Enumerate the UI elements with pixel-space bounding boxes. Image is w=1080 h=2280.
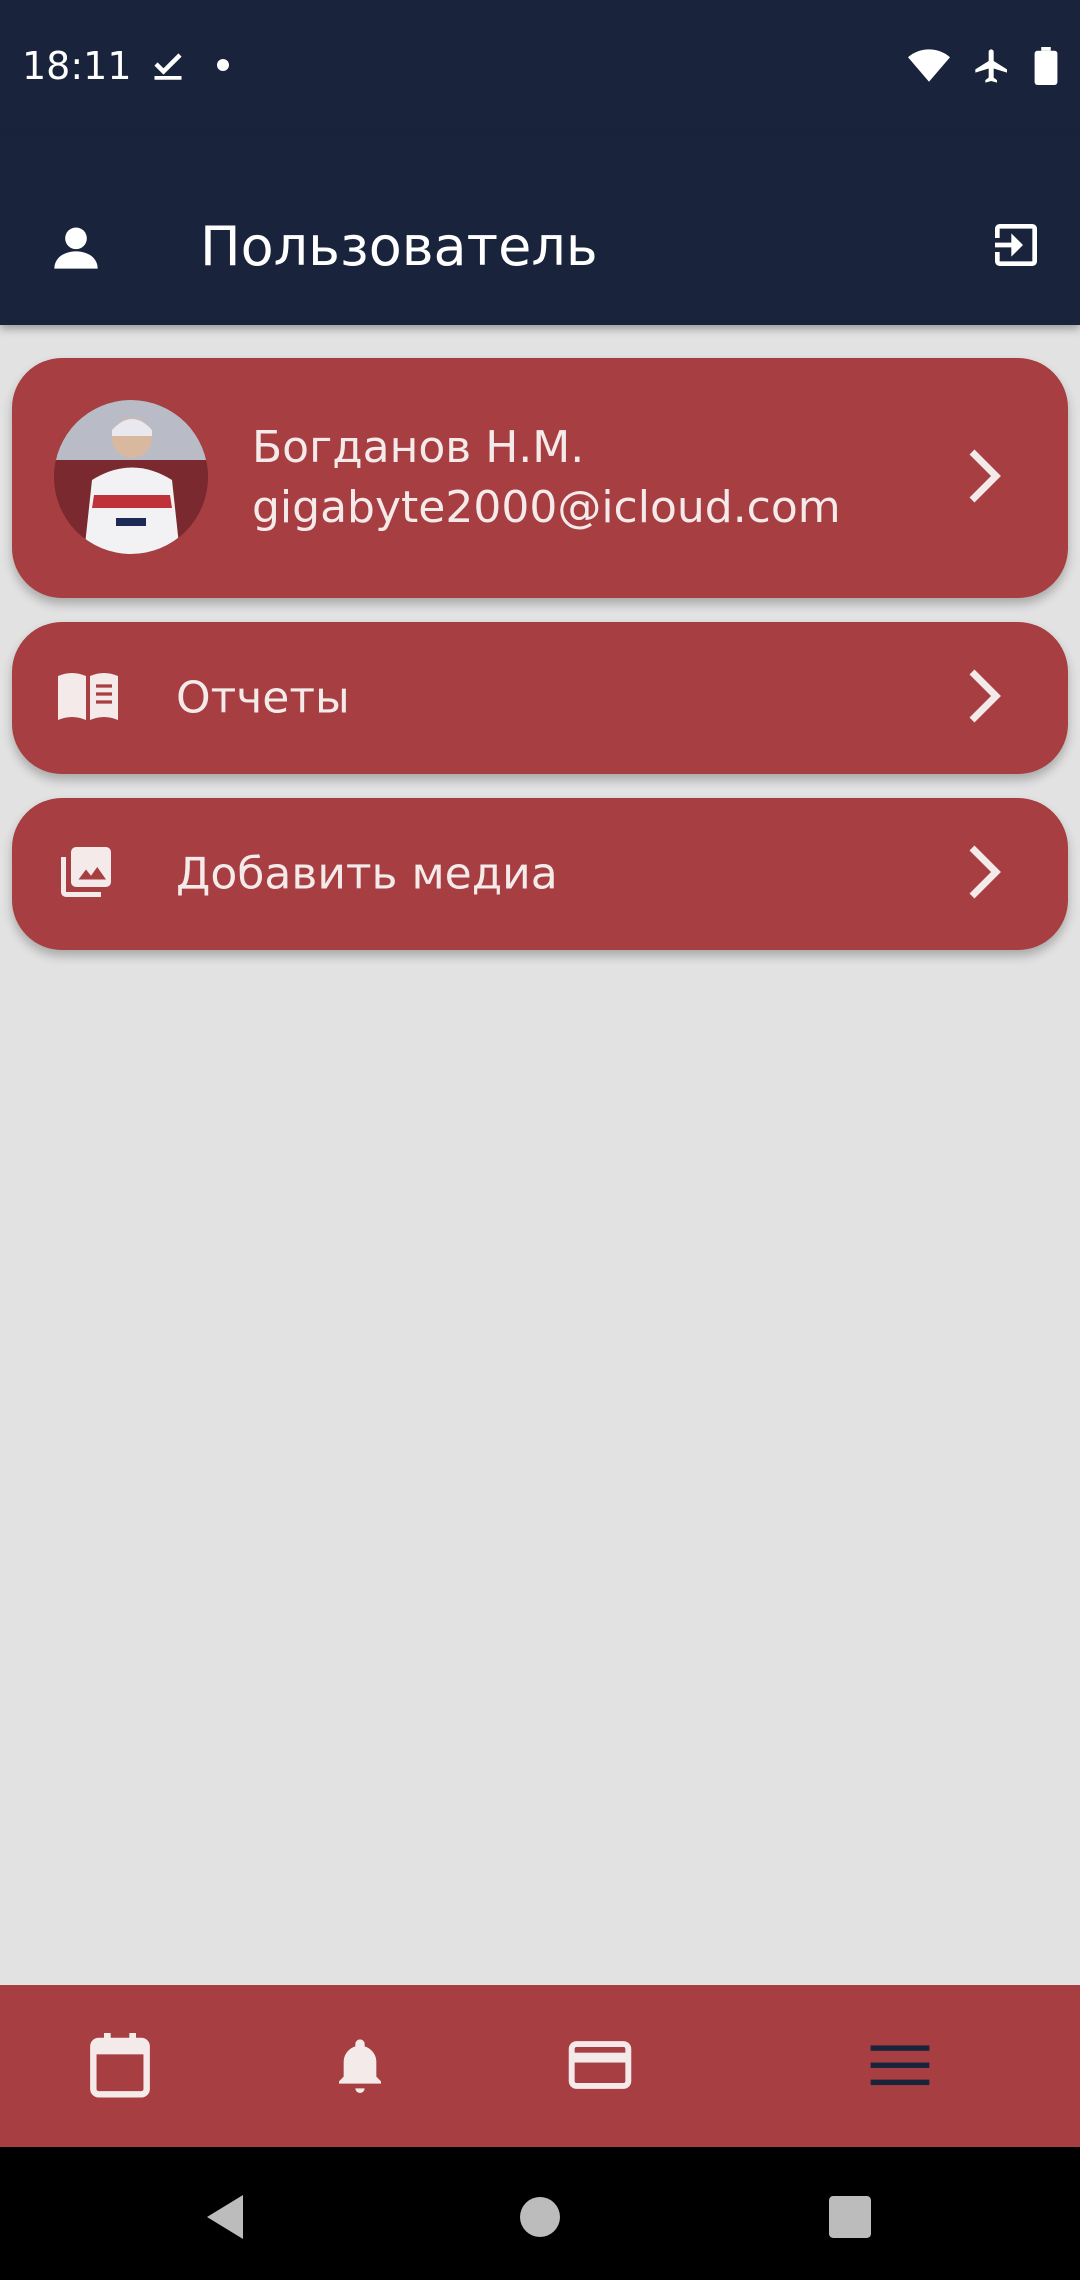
page-title: Пользователь	[200, 215, 598, 278]
nav-menu[interactable]	[860, 2025, 940, 2105]
person-icon	[50, 221, 102, 277]
avatar	[54, 400, 208, 554]
recents-button[interactable]	[820, 2187, 880, 2247]
menu-item-label: Добавить медиа	[176, 848, 558, 900]
home-button[interactable]	[510, 2187, 570, 2247]
chevron-right-icon	[964, 844, 1004, 904]
profile-email: gigabyte2000@icloud.com	[252, 482, 841, 533]
chevron-right-icon	[964, 448, 1004, 508]
menu-item-add-media[interactable]: Добавить медиа	[12, 798, 1068, 950]
chevron-right-icon	[964, 668, 1004, 728]
check-notification-icon	[150, 46, 186, 86]
card-icon	[568, 2041, 632, 2089]
calendar-icon	[90, 2033, 150, 2098]
recents-icon	[829, 2196, 871, 2238]
logout-icon	[995, 224, 1037, 266]
airplane-icon	[972, 46, 1012, 90]
back-button[interactable]	[195, 2187, 255, 2247]
nav-calendar[interactable]	[80, 2025, 160, 2105]
menu-icon	[870, 2045, 930, 2086]
home-icon	[520, 2197, 560, 2237]
bell-icon	[339, 2039, 381, 2093]
status-time: 18:11	[22, 44, 132, 88]
photo-library-icon	[56, 842, 116, 906]
nav-payment[interactable]	[560, 2025, 640, 2105]
status-right-icons	[908, 46, 1058, 90]
wifi-icon	[908, 48, 950, 88]
profile-name: Богданов Н.М.	[252, 422, 585, 473]
profile-card[interactable]: Богданов Н.М. gigabyte2000@icloud.com	[12, 358, 1068, 598]
menu-item-reports[interactable]: Отчеты	[12, 622, 1068, 774]
menu-item-label: Отчеты	[176, 672, 350, 724]
battery-icon	[1034, 47, 1058, 89]
logout-button[interactable]	[988, 217, 1044, 277]
status-bar: 18:11	[0, 0, 1080, 135]
dot-icon	[216, 57, 230, 76]
back-icon	[207, 2195, 243, 2239]
bottom-navigation	[0, 1985, 1080, 2147]
nav-notifications[interactable]	[320, 2025, 400, 2105]
book-icon	[56, 670, 120, 726]
app-bar: Пользователь	[0, 135, 1080, 325]
status-left-icons	[150, 46, 230, 86]
system-navigation-bar	[0, 2147, 1080, 2280]
